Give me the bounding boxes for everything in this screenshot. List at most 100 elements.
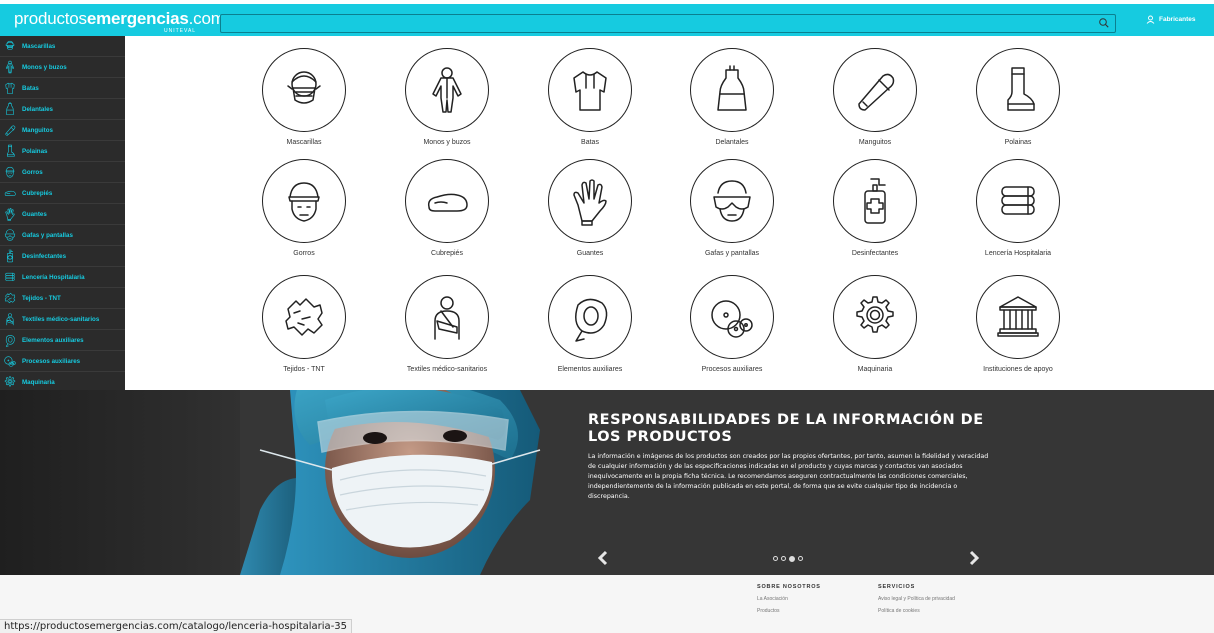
site-logo[interactable]: productosemergencias.com (14, 9, 225, 29)
sidebar-item-label: Delantales (22, 105, 53, 113)
sidebar-item[interactable]: Procesos auxiliares (0, 351, 125, 372)
sidebar-item-label: Gafas y pantallas (22, 231, 73, 239)
category-tile[interactable]: Mascarillas (252, 48, 356, 146)
category-label: Batas (581, 139, 599, 146)
fabricantes-label: Fabricantes (1159, 16, 1196, 23)
sidebar-item[interactable]: Tejidos - TNT (0, 288, 125, 309)
banner-title: RESPONSABILIDADES DE LA INFORMACIÓN DE L… (588, 412, 984, 445)
sidebar-item[interactable]: Manguitos (0, 120, 125, 141)
sidebar-item[interactable]: Cubrepiés (0, 183, 125, 204)
coverall-icon (432, 67, 462, 113)
sidebar-item[interactable]: Gafas y pantallas (0, 225, 125, 246)
apron-icon (5, 102, 15, 115)
process-icon (711, 300, 753, 338)
category-tile[interactable]: Gafas y pantallas (680, 159, 784, 257)
category-tile[interactable]: Procesos auxiliares (680, 275, 784, 373)
category-tile[interactable]: Elementos auxiliares (538, 275, 642, 373)
sidebar-item[interactable]: Desinfectantes (0, 246, 125, 267)
banner-text: La información e imágenes de los product… (588, 453, 989, 500)
coverall-icon (5, 60, 15, 74)
sidebar-item[interactable]: Polainas (0, 141, 125, 162)
sidebar-item[interactable]: Lencería Hospitalaria (0, 267, 125, 288)
category-circle (690, 275, 774, 359)
sidebar-item[interactable]: Elementos auxiliares (0, 330, 125, 351)
tape-icon (5, 334, 15, 347)
footer-link[interactable]: Productos (757, 608, 821, 614)
prev-arrow-icon[interactable] (596, 550, 610, 566)
sidebar-item-label: Monos y buzos (22, 63, 67, 71)
sidebar-item[interactable]: Mascarillas (0, 36, 125, 57)
category-tile[interactable]: Instituciones de apoyo (966, 275, 1070, 373)
category-label: Monos y buzos (423, 139, 471, 146)
top-bar: productosemergencias.com UNITEVAL Fabric… (0, 4, 1214, 36)
institution-icon (997, 296, 1039, 337)
sidebar-item-label: Batas (22, 84, 39, 92)
next-arrow-icon[interactable] (967, 550, 981, 566)
process-icon (4, 356, 16, 367)
category-tile[interactable]: Tejidos - TNT (252, 275, 356, 373)
sidebar-item-label: Gorros (22, 168, 43, 176)
gear-icon (856, 296, 894, 333)
shoe-cover-icon (4, 190, 16, 196)
slide-dot[interactable] (773, 556, 778, 561)
fabric-icon (4, 292, 16, 304)
footer-link[interactable]: Política de cookies (878, 608, 955, 614)
slide-dot[interactable] (789, 555, 795, 562)
category-tile[interactable]: Manguitos (823, 48, 927, 146)
slide-dot[interactable] (798, 556, 803, 561)
category-tile[interactable]: Gorros (252, 159, 356, 257)
sidebar-item[interactable]: Delantales (0, 99, 125, 120)
category-tile[interactable]: Lencería Hospitalaria (966, 159, 1070, 257)
category-circle (548, 48, 632, 132)
footer-link[interactable]: Aviso legal y Política de privacidad (878, 596, 955, 602)
category-label: Textiles médico-sanitarios (406, 366, 488, 373)
leggings-icon (7, 144, 15, 157)
search-input[interactable] (220, 14, 1116, 33)
apron-icon (717, 65, 747, 111)
category-circle (690, 48, 774, 132)
category-tile[interactable]: Guantes (538, 159, 642, 257)
category-tile[interactable]: Monos y buzos (395, 48, 499, 146)
gear-icon (4, 376, 16, 387)
search-icon[interactable] (1098, 17, 1110, 29)
sidebar-item-label: Mascarillas (22, 42, 56, 50)
logo-light: productos (14, 9, 87, 28)
fabric-icon (285, 298, 323, 336)
sidebar-item-label: Maquinaria (22, 378, 55, 386)
category-circle (976, 275, 1060, 359)
fabricantes-link[interactable]: Fabricantes (1146, 15, 1196, 24)
sidebar-item-label: Cubrepiés (22, 189, 53, 197)
sidebar-item[interactable]: Gorros (0, 162, 125, 183)
mask-icon (287, 71, 321, 104)
sidebar-item-label: Lencería Hospitalaria (22, 273, 85, 281)
linen-icon (5, 272, 15, 281)
category-circle (262, 275, 346, 359)
sidebar-item[interactable]: Textiles médico-sanitarios (0, 309, 125, 330)
category-tile[interactable]: Cubrepiés (395, 159, 499, 257)
sidebar-item[interactable]: Batas (0, 78, 125, 99)
category-tile[interactable]: Delantales (680, 48, 784, 146)
sidebar-item[interactable]: Monos y buzos (0, 57, 125, 78)
category-label: Gafas y pantallas (704, 250, 760, 257)
category-tile[interactable]: Desinfectantes (823, 159, 927, 257)
sidebar-item[interactable]: Guantes (0, 204, 125, 225)
category-tile[interactable]: Maquinaria (823, 275, 927, 373)
category-tile[interactable]: Textiles médico-sanitarios (395, 275, 499, 373)
slide-indicators (773, 555, 803, 562)
footer-link[interactable]: La Asociación (757, 596, 821, 602)
sidebar-item-label: Manguitos (22, 126, 53, 134)
sidebar-item-label: Tejidos - TNT (22, 294, 61, 302)
category-circle (262, 159, 346, 243)
category-label: Delantales (715, 139, 749, 146)
category-tile[interactable]: Batas (538, 48, 642, 146)
slide-dot[interactable] (781, 556, 786, 561)
category-label: Manguitos (858, 139, 892, 146)
category-circle (976, 48, 1060, 132)
category-tile[interactable]: Polainas (966, 48, 1070, 146)
sidebar-item-label: Textiles médico-sanitarios (22, 315, 100, 323)
gown-icon (5, 82, 15, 94)
sleeve-icon (858, 73, 895, 111)
logo-subtitle: UNITEVAL (164, 28, 197, 34)
sanitizer-icon (864, 178, 886, 224)
category-label: Mascarillas (286, 139, 322, 146)
